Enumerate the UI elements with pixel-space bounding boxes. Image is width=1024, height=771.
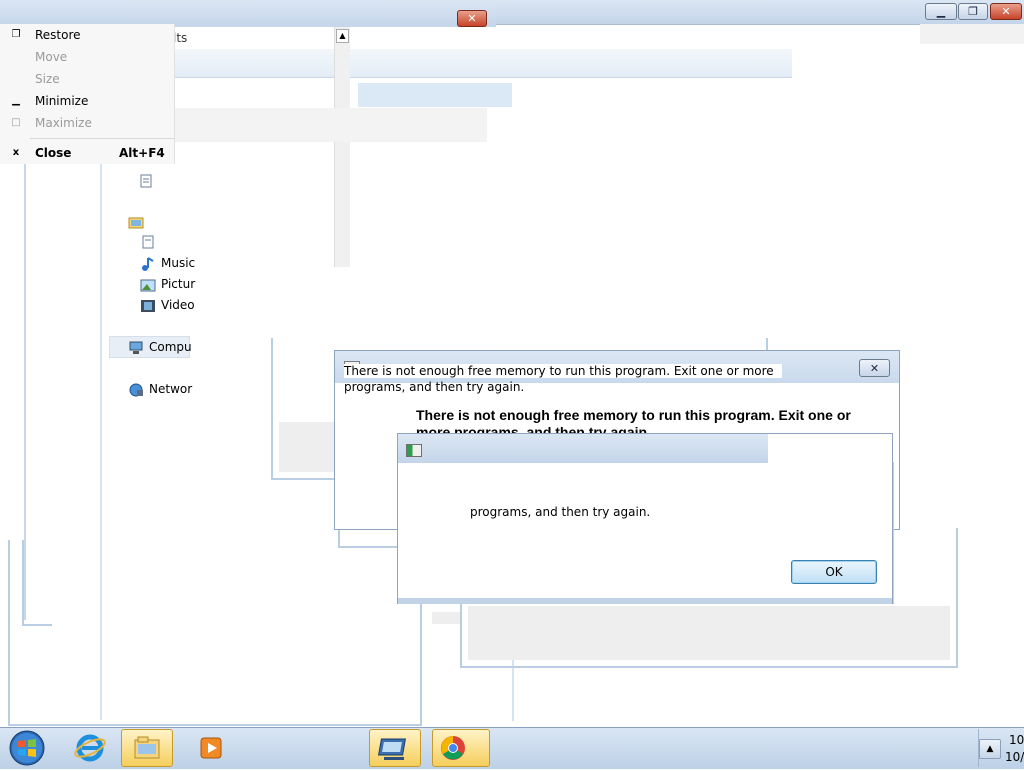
libraries-folder-icon [128,215,144,229]
front-dialog-app-icon [406,444,422,457]
menu-item-close[interactable]: x Close Alt+F4 [0,142,174,164]
documents-icon [140,235,156,249]
taskbar-chrome[interactable] [432,729,490,767]
nav-label-network: Networ [149,382,193,396]
top-right-panel [920,24,1024,44]
pictures-icon [140,278,156,292]
nav-item-pictures[interactable]: Pictur [140,274,195,294]
network-icon [128,383,144,397]
maximize-icon: □ [11,117,21,128]
taskbar-remote-desktop[interactable] [369,729,421,767]
ghost-frame-3 [100,625,514,721]
music-icon [140,256,156,271]
show-hidden-icons-button[interactable]: ▲ [979,739,1001,759]
menu-separator [30,138,174,139]
nav-item-documents[interactable] [140,231,161,251]
menu-item-restore[interactable]: ❐ Restore [0,24,174,46]
nav-item-videos[interactable]: Video [140,295,195,315]
explorer-selected-strip [358,83,512,107]
back-dialog-message-line2: programs, and then try again. [344,380,525,394]
scroll-up-arrow[interactable]: ▲ [336,29,349,43]
menu-item-size[interactable]: Size [0,68,174,90]
start-button[interactable] [6,728,48,768]
document-icon [138,174,154,188]
nav-item-computer[interactable]: Compu [128,337,192,357]
ghost-frame-2 [22,540,52,626]
nav-item-network[interactable]: Networ [128,379,192,399]
ghost-panel-1 [279,422,334,472]
remote-desktop-icon [378,738,407,760]
minimize-icon: ▁ [12,95,20,106]
videos-icon [140,299,156,313]
explorer-toolbar [160,49,792,78]
internet-explorer-icon [74,734,106,762]
system-menu: ❐ Restore Move Size ▁ Minimize □ Maximiz… [0,24,175,164]
ok-button[interactable]: OK [791,560,877,584]
explorer-address-text: lts [173,31,188,45]
ghost-panel-3 [468,606,950,660]
chrome-icon [441,736,465,760]
nav-label-pictures: Pictur [161,277,196,291]
front-dialog-titlebar [398,434,768,463]
nav-label-computer: Compu [149,340,192,354]
explorer-scrollbar[interactable] [334,27,350,267]
explorer-folder-icon [134,736,160,759]
taskbar-media-player[interactable] [190,729,234,767]
explorer-close-button[interactable]: ✕ [457,10,487,27]
menu-item-move[interactable]: Move [0,46,174,68]
computer-icon [128,341,144,355]
window-restore-button[interactable]: ❐ [958,3,988,20]
nav-item-libraries[interactable] [128,211,149,231]
nav-item-document[interactable] [138,170,159,190]
clock-time[interactable]: 10 [1009,733,1024,747]
window-close-button[interactable]: ✕ [990,3,1022,20]
back-dialog-bold-line1: There is not enough free memory to run t… [416,407,851,423]
menu-item-minimize[interactable]: ▁ Minimize [0,90,174,112]
clock-date[interactable]: 10/ [1005,750,1024,764]
back-dialog-message-line1: There is not enough free memory to run t… [344,364,782,378]
menu-item-maximize[interactable]: □ Maximize [0,112,174,134]
taskbar-windows-explorer[interactable] [121,729,173,767]
explorer-address-bar[interactable] [160,27,792,50]
front-dialog-border-bottom [398,598,892,604]
start-orb-icon [9,730,45,766]
nav-label-music: Music [161,256,196,270]
taskbar-internet-explorer[interactable] [66,729,114,767]
back-dialog-close-button[interactable]: ✕ [859,359,890,377]
nav-item-music[interactable]: Music [140,253,195,273]
restore-icon: ❐ [11,29,21,40]
window-minimize-button[interactable]: ▁ [925,3,957,20]
ghost-panel-4 [432,612,460,624]
front-dialog-message: programs, and then try again. [470,505,651,519]
close-x-icon: x [12,147,20,158]
explorer-grey-strip [175,108,487,142]
nav-label-videos: Video [161,298,195,312]
media-player-icon [200,737,222,759]
